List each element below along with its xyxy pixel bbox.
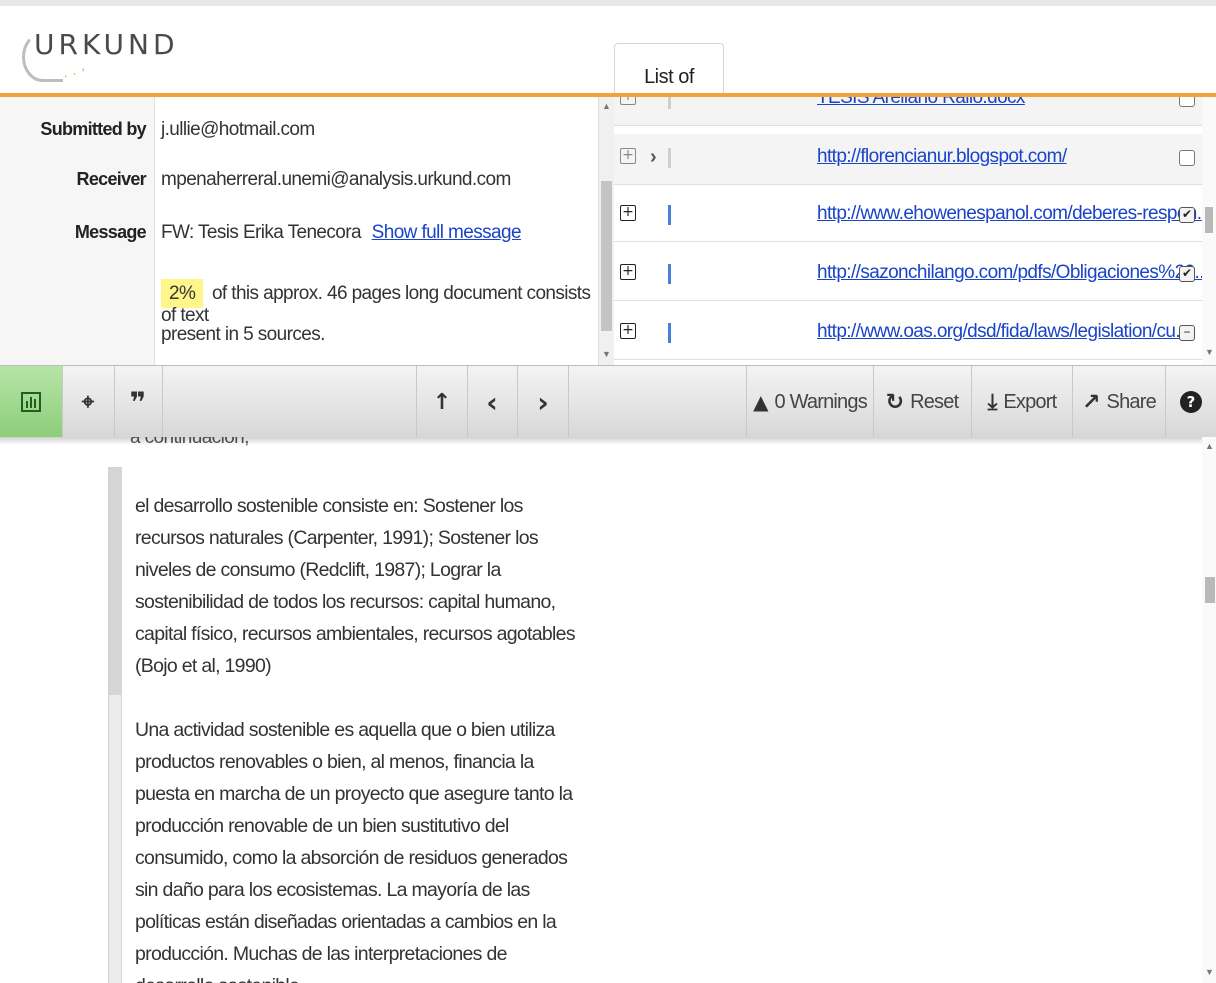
info-scroll-thumb[interactable] xyxy=(601,181,612,331)
message-label: Message xyxy=(74,222,147,242)
source-row[interactable]: + http://sazonchilango.com/pdfs/Obligaci… xyxy=(614,250,1202,301)
target-button[interactable]: ⌖ xyxy=(62,366,115,438)
toolbar: ⌖ ❞ ↑ ‹ › ▲ 0 Warnings ↻ Reset ⤓ Export … xyxy=(0,365,1216,439)
expand-plus-icon[interactable]: + xyxy=(620,205,636,221)
reset-label: Reset xyxy=(910,390,959,413)
refresh-icon: ↻ xyxy=(885,389,905,415)
document-paragraph-2: Una actividad sostenible es aquella que … xyxy=(135,719,573,983)
warnings-button[interactable]: ▲ 0 Warnings xyxy=(746,366,874,438)
sources-list: + TESIS Arellano Rallo.docx + › http://f… xyxy=(614,97,1202,365)
export-button[interactable]: ⤓ Export xyxy=(972,366,1073,438)
source-match-bar xyxy=(668,148,671,168)
scroll-up-arrow-icon[interactable]: ▲ xyxy=(1205,441,1214,451)
match-percentage-badge: 2% xyxy=(161,279,204,308)
chevron-right-icon[interactable]: › xyxy=(650,146,657,169)
expand-plus-icon[interactable]: + xyxy=(620,323,636,339)
scroll-up-arrow-icon[interactable]: ▲ xyxy=(602,101,611,111)
source-row[interactable]: + http://www.ehowenespanol.com/deberes-r… xyxy=(614,191,1202,242)
analysis-view-button[interactable] xyxy=(0,366,63,438)
expand-plus-icon[interactable]: + xyxy=(620,97,636,105)
chevron-left-icon: ‹ xyxy=(486,385,498,419)
help-icon: ? xyxy=(1180,391,1202,413)
document-scroll-thumb[interactable] xyxy=(1205,577,1215,603)
receiver-value: mpenaherreral.unemi@analysis.urkund.com xyxy=(161,169,511,190)
arrow-up-icon: ↑ xyxy=(432,389,452,415)
export-label: Export xyxy=(1003,390,1057,413)
source-link[interactable]: http://florencianur.blogspot.com/ xyxy=(817,146,1067,168)
source-checkbox[interactable]: ✔ xyxy=(1179,207,1195,223)
chevron-right-icon: › xyxy=(537,385,549,419)
document-scrollbar[interactable]: ▲ ▼ xyxy=(1202,437,1216,983)
warning-triangle-icon: ▲ xyxy=(753,390,769,414)
summary-line-1: of this approx. 46 pages long document c… xyxy=(161,283,591,326)
source-link[interactable]: http://sazonchilango.com/pdfs/Obligacion… xyxy=(817,262,1202,284)
submitted-by-label: Submitted by xyxy=(40,119,146,139)
previous-button[interactable]: ‹ xyxy=(467,366,518,438)
show-full-message-link[interactable]: Show full message xyxy=(372,222,522,243)
quote-icon: ❞ xyxy=(129,385,147,419)
scroll-down-arrow-icon[interactable]: ▼ xyxy=(1205,967,1214,977)
warnings-label: 0 Warnings xyxy=(774,390,867,413)
share-icon: ↗ xyxy=(1082,389,1101,415)
download-icon: ⤓ xyxy=(987,389,998,415)
quote-button[interactable]: ❞ xyxy=(114,366,163,438)
summary-line-2: present in 5 sources. xyxy=(161,324,325,345)
source-checkbox[interactable] xyxy=(1179,97,1195,107)
source-checkbox[interactable] xyxy=(1179,150,1195,166)
message-value: FW: Tesis Erika Tenecora xyxy=(161,222,362,243)
document-margin-highlight xyxy=(109,467,121,695)
expand-plus-icon[interactable]: + xyxy=(620,148,636,164)
document-viewer: a continuación, el desarrollo sostenible… xyxy=(0,437,1202,983)
source-link[interactable]: http://www.ehowenespanol.com/deberes-res… xyxy=(817,203,1202,225)
reset-button[interactable]: ↻ Reset xyxy=(873,366,972,438)
document-paragraph-1: el desarrollo sostenible consiste en: So… xyxy=(135,495,576,677)
source-checkbox-partial[interactable]: − xyxy=(1179,325,1195,341)
message-row: FW: Tesis Erika Tenecora Show full messa… xyxy=(161,222,522,244)
previous-match-up-button[interactable]: ↑ xyxy=(416,366,468,438)
expand-plus-icon[interactable]: + xyxy=(620,264,636,280)
help-button[interactable]: ? xyxy=(1166,366,1216,438)
match-summary: 2% of this approx. 46 pages long documen… xyxy=(161,279,598,327)
source-match-bar xyxy=(668,97,671,109)
source-checkbox[interactable]: ✔ xyxy=(1179,266,1195,282)
submitted-by-value: j.ullie@hotmail.com xyxy=(161,119,315,140)
source-link[interactable]: TESIS Arellano Rallo.docx xyxy=(817,97,1025,109)
source-row[interactable]: + http://www.oas.org/dsd/fida/laws/legis… xyxy=(614,309,1202,360)
sources-scroll-thumb[interactable] xyxy=(1205,207,1213,233)
logo-text: URKUND xyxy=(34,28,179,61)
sources-scrollbar[interactable]: ▼ xyxy=(1202,97,1216,365)
document-margin-bar xyxy=(108,467,122,983)
header: URKUND . · ' List of sources xyxy=(0,6,1216,154)
receiver-label: Receiver xyxy=(76,169,147,189)
source-row[interactable]: + › http://florencianur.blogspot.com/ xyxy=(614,134,1202,185)
share-button[interactable]: ↗ Share xyxy=(1073,366,1166,438)
urkund-logo: URKUND . · ' xyxy=(22,28,182,88)
toolbar-shadow xyxy=(0,437,1216,445)
source-link[interactable]: http://www.oas.org/dsd/fida/laws/legisla… xyxy=(817,321,1190,343)
submission-info-panel: Submitted by j.ullie@hotmail.com Receive… xyxy=(0,97,598,365)
source-row[interactable]: + TESIS Arellano Rallo.docx xyxy=(614,97,1202,126)
scroll-down-arrow-icon[interactable]: ▼ xyxy=(1205,347,1214,357)
source-match-bar xyxy=(668,205,671,225)
bar-chart-icon xyxy=(21,392,41,412)
next-button[interactable]: › xyxy=(518,366,569,438)
scroll-down-arrow-icon[interactable]: ▼ xyxy=(602,349,611,359)
crosshair-icon: ⌖ xyxy=(81,389,95,415)
logo-dots-icon: . · ' xyxy=(64,66,86,80)
share-label: Share xyxy=(1106,390,1157,413)
source-match-bar xyxy=(668,264,671,284)
info-panel-scrollbar[interactable]: ▲ ▼ xyxy=(598,97,615,365)
source-match-bar xyxy=(668,323,671,343)
